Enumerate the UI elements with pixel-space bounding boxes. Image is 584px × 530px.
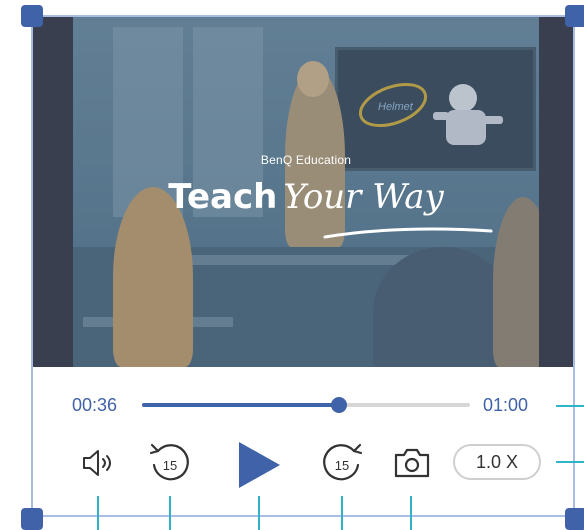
forward-15-icon: 15 bbox=[323, 443, 363, 481]
snapshot-button[interactable] bbox=[392, 440, 432, 486]
volume-icon bbox=[83, 450, 111, 476]
resize-handle-top-right[interactable] bbox=[565, 5, 584, 27]
resize-handle-bottom-right[interactable] bbox=[565, 508, 584, 530]
annotation-line bbox=[341, 496, 343, 530]
headline: Teach Your Way bbox=[73, 177, 539, 217]
volume-button[interactable] bbox=[80, 440, 116, 486]
resize-handle-bottom-left[interactable] bbox=[21, 508, 43, 530]
annotation-line bbox=[556, 405, 584, 407]
resize-handle-top-left[interactable] bbox=[21, 5, 43, 27]
annotation-line bbox=[97, 496, 99, 530]
rewind-seconds-label: 15 bbox=[163, 458, 177, 473]
play-button[interactable] bbox=[236, 440, 282, 490]
annotation-line bbox=[169, 496, 171, 530]
rewind-15-icon: 15 bbox=[149, 443, 189, 481]
playback-speed-button[interactable]: 1.0 X bbox=[453, 444, 541, 480]
video-frame: Helmet BenQ Education Teach Your Way bbox=[73, 17, 539, 367]
video-viewport[interactable]: Helmet BenQ Education Teach Your Way bbox=[33, 17, 573, 367]
playback-speed-label: 1.0 X bbox=[475, 451, 519, 472]
forward-15-button[interactable]: 15 bbox=[320, 440, 364, 486]
headline-word-1: Teach bbox=[168, 177, 278, 217]
headline-word-2: Your Way bbox=[283, 177, 444, 217]
current-time: 00:36 bbox=[72, 395, 118, 415]
progress-fill bbox=[142, 403, 339, 407]
duration-time: 01:00 bbox=[483, 395, 529, 415]
progress-thumb[interactable] bbox=[330, 397, 347, 413]
progress-track[interactable] bbox=[142, 397, 470, 413]
rewind-15-button[interactable]: 15 bbox=[148, 440, 192, 486]
headline-underline bbox=[323, 227, 493, 239]
forward-seconds-label: 15 bbox=[335, 458, 349, 473]
annotation-line bbox=[410, 496, 412, 530]
camera-icon bbox=[394, 448, 430, 478]
brand-text: BenQ Education bbox=[260, 153, 352, 167]
annotation-line bbox=[556, 461, 584, 463]
play-icon bbox=[239, 442, 280, 488]
annotation-line bbox=[258, 496, 260, 530]
